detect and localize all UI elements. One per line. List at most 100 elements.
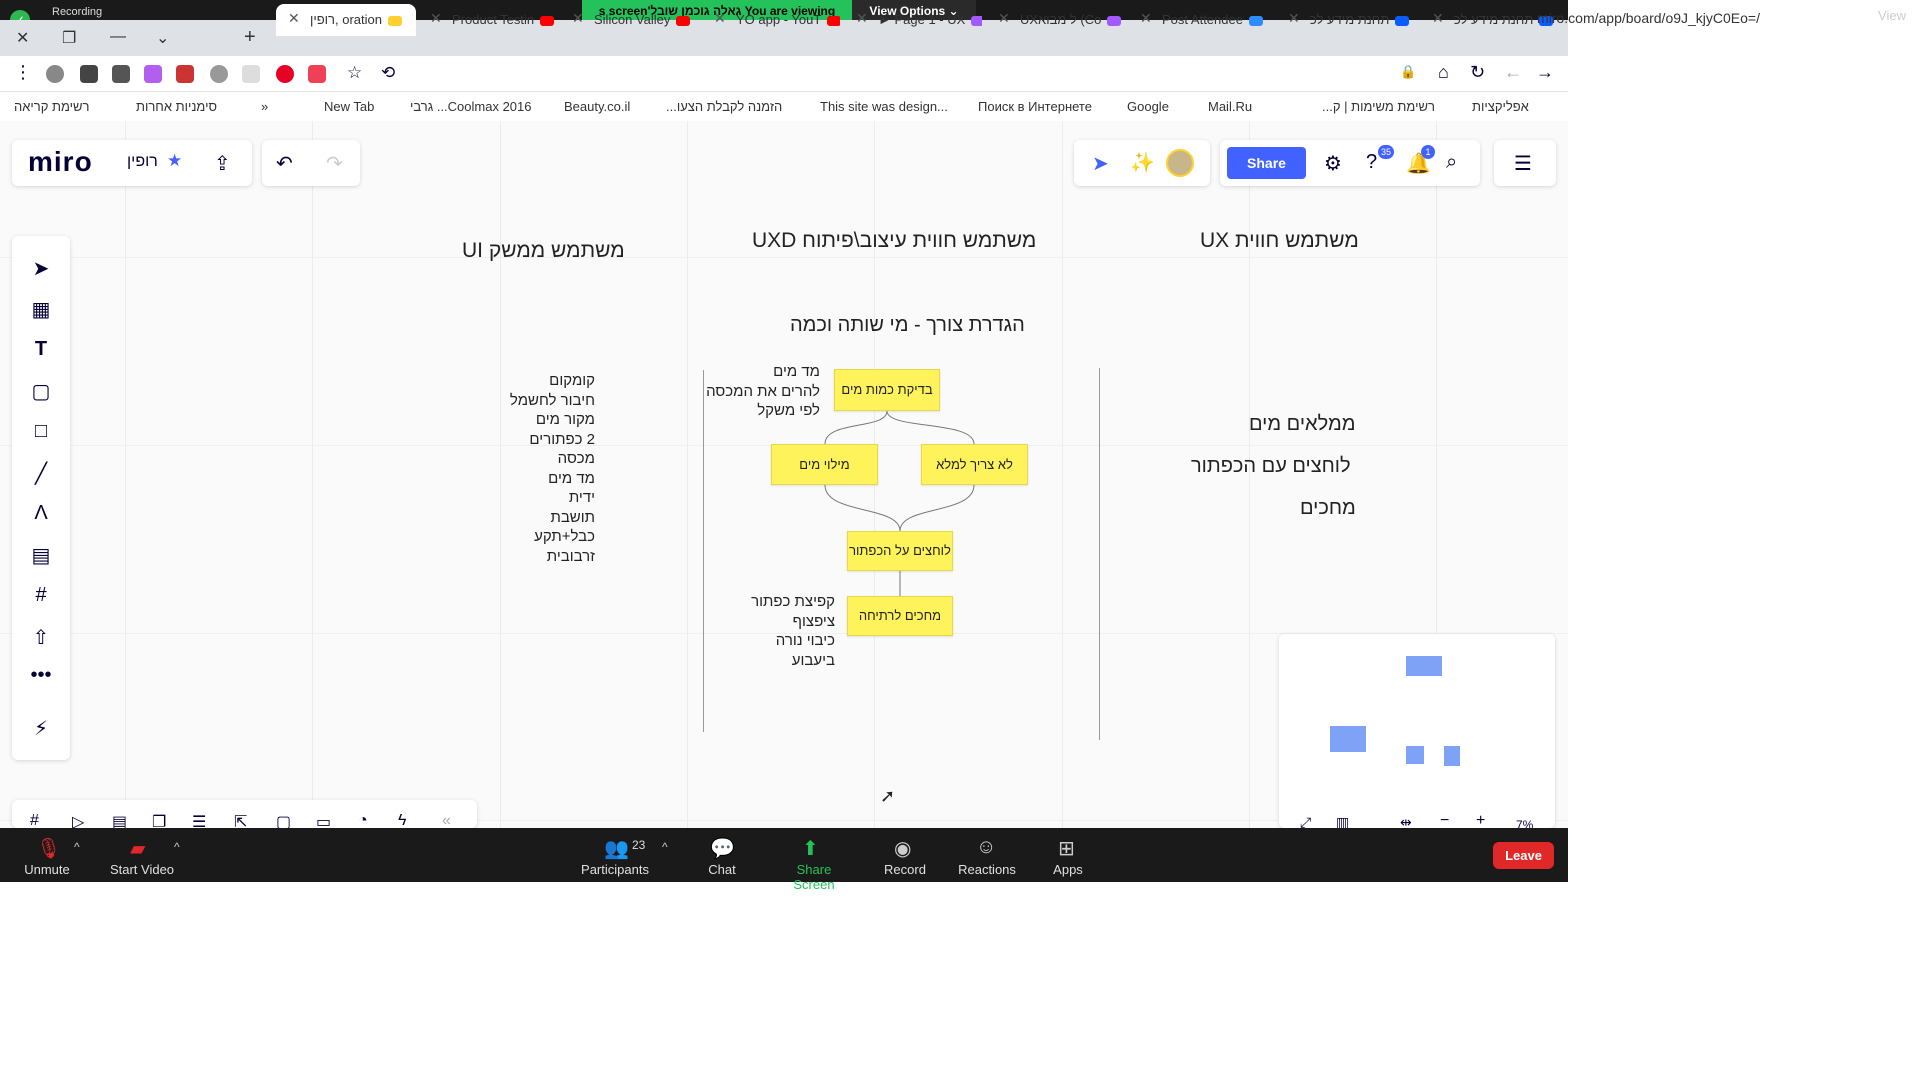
sticky-check-water[interactable]: בדיקת כמות מים: [834, 369, 940, 411]
extensions-puzzle-icon[interactable]: [112, 65, 130, 83]
pocket-icon[interactable]: [308, 65, 326, 83]
bookmark-reading-list[interactable]: רשימת קריאה: [14, 99, 89, 114]
tab-info-station-1[interactable]: ✕ תחנת מידע לכ: [1276, 4, 1414, 36]
sticky-fill-water[interactable]: מילוי מים: [771, 444, 878, 485]
pinterest-icon[interactable]: [276, 65, 294, 83]
audio-options-caret-icon[interactable]: ^: [74, 840, 80, 854]
ux-item[interactable]: מחכים: [1300, 497, 1356, 520]
column-title-ux[interactable]: משתמש חווית UX: [1200, 229, 1359, 253]
sticky-note-icon[interactable]: ▢: [28, 379, 54, 405]
celebrate-icon[interactable]: ✨: [1130, 150, 1155, 175]
restore-window-icon[interactable]: ❐: [62, 28, 76, 48]
tab-post-attendee[interactable]: ✕ Post Attendee: [1128, 4, 1266, 36]
mic-muted-icon[interactable]: 🎙: [36, 836, 61, 861]
menu-kebab-icon[interactable]: ⋮: [14, 62, 32, 83]
back-icon[interactable]: →: [1536, 62, 1554, 83]
reload-icon[interactable]: ↻: [1470, 62, 1485, 83]
chat-button[interactable]: Chat: [706, 862, 738, 877]
avatar[interactable]: [1166, 149, 1194, 177]
record-button[interactable]: Record: [884, 862, 926, 877]
media-icon[interactable]: [80, 65, 98, 83]
reactions-button[interactable]: Reactions: [958, 862, 1016, 877]
share-button[interactable]: Share: [1227, 147, 1306, 179]
ux-item[interactable]: לוחצים עם הכפתור: [1191, 455, 1351, 478]
undo-icon[interactable]: ↶: [276, 151, 293, 176]
tab-miro[interactable]: ✕ רופין, oration: [276, 4, 416, 36]
redo-icon[interactable]: ↷: [326, 151, 343, 176]
tab-product-testing[interactable]: ✕ Product Testin: [418, 4, 556, 36]
text-tool-icon[interactable]: T: [28, 338, 54, 364]
close-tab-icon[interactable]: ✕: [714, 10, 726, 27]
sticky-press-button[interactable]: לוחצים על הכפתור: [847, 531, 953, 571]
bookmark-search[interactable]: Поиск в Интернете: [978, 99, 1092, 114]
close-tab-icon[interactable]: ✕: [1140, 10, 1152, 27]
apps-plug-icon[interactable]: ⚡: [28, 716, 54, 742]
tab-search-icon[interactable]: ⌄: [156, 28, 169, 48]
templates-icon[interactable]: ▦: [28, 297, 54, 323]
tab-silicon-valley[interactable]: ✕ Silicon Valley: [560, 4, 698, 36]
sticky-wait-boil[interactable]: מחכים לרתיחה: [847, 596, 953, 636]
extension-icon[interactable]: [144, 65, 162, 83]
bookmark-other[interactable]: סימניות אחרות: [136, 99, 217, 114]
select-cursor-icon[interactable]: ➤: [28, 256, 54, 282]
help-icon[interactable]: ?: [1366, 151, 1377, 174]
board-name[interactable]: רופין: [127, 153, 158, 171]
follow-cursor-icon[interactable]: ➤: [1092, 151, 1109, 176]
settings-sliders-icon[interactable]: ⚙: [1324, 151, 1342, 176]
ux-item[interactable]: ממלאים מים: [1249, 413, 1355, 436]
bookmark-tasks[interactable]: ...רשימת משימות | ק: [1322, 99, 1435, 114]
view-button[interactable]: View: [1878, 8, 1906, 23]
note-feedback[interactable]: קפיצת כפתור ציפצוף כיבוי נורה ביעבוע: [740, 592, 835, 670]
participants-caret-icon[interactable]: ^: [662, 840, 668, 854]
bookmark-google[interactable]: Google: [1127, 99, 1169, 114]
amazon-extension-icon[interactable]: [242, 65, 260, 83]
bookmark-coolmax[interactable]: גרבי ...Coolmax 2016: [410, 99, 532, 114]
bookmark-apps[interactable]: אפליקציות: [1472, 99, 1529, 114]
sticky-no-fill[interactable]: לא צריך למלא: [921, 444, 1028, 485]
bookmark-beauty[interactable]: Beauty.co.il: [564, 99, 630, 114]
url-field[interactable]: miro.com/app/board/o9J_kjyC0Eo=/: [1537, 10, 1760, 26]
upload-icon[interactable]: ⇧: [28, 625, 54, 651]
bookmark-star-icon[interactable]: ☆: [347, 63, 362, 83]
share-screen-icon[interactable]: ⬆: [802, 836, 819, 861]
pen-tool-icon[interactable]: Λ: [28, 502, 54, 528]
search-icon[interactable]: ⌕: [1446, 151, 1457, 174]
more-tools-icon[interactable]: •••: [28, 664, 54, 690]
home-icon[interactable]: ⌂: [1438, 62, 1449, 83]
apps-icon[interactable]: ⊞: [1058, 836, 1075, 861]
miro-logo[interactable]: miro: [28, 146, 93, 178]
unmute-button[interactable]: Unmute: [24, 862, 70, 877]
tab-ux-intro[interactable]: ✕ UXל מבוא (Co: [986, 4, 1124, 36]
participants-button[interactable]: Participants: [580, 862, 650, 877]
video-off-icon[interactable]: ▰: [130, 836, 145, 861]
column-title-ui[interactable]: משתמש ממשק UI: [462, 239, 625, 263]
close-tab-icon[interactable]: ✕: [998, 10, 1010, 27]
export-upload-icon[interactable]: ⇪: [214, 151, 231, 176]
bookmark-new-tab[interactable]: New Tab: [324, 99, 374, 114]
extension-icon[interactable]: [210, 65, 228, 83]
participants-icon[interactable]: 👥: [604, 836, 629, 861]
close-tab-icon[interactable]: ✕: [430, 10, 442, 27]
comment-icon[interactable]: ▤: [28, 543, 54, 569]
tab-page-1[interactable]: ✕ ► Page 1 - UX: [844, 4, 982, 36]
share-screen-button[interactable]: Share Screen: [776, 862, 852, 892]
tab-yo-app[interactable]: ✕ YO app - YouT: [702, 4, 840, 36]
close-tab-icon[interactable]: ✕: [288, 10, 300, 27]
note-water-gauge[interactable]: מד מים להרים את המכסה לפי משקל: [696, 362, 820, 421]
line-tool-icon[interactable]: ╱: [28, 461, 54, 487]
frame-icon[interactable]: #: [28, 584, 54, 610]
start-video-button[interactable]: Start Video: [108, 862, 176, 877]
column-title-uxd[interactable]: משתמש חווית עיצוב\פיתוח UXD: [752, 229, 1036, 253]
apps-button[interactable]: Apps: [1052, 862, 1084, 877]
share-page-icon[interactable]: ⟲: [381, 63, 395, 83]
video-options-caret-icon[interactable]: ^: [174, 840, 180, 854]
need-definition-title[interactable]: הגדרת צורך - מי שותה וכמה: [790, 314, 1025, 337]
forward-icon[interactable]: ←: [1504, 62, 1522, 83]
star-icon[interactable]: ★: [167, 151, 182, 171]
bookmark-mailru[interactable]: Mail.Ru: [1208, 99, 1252, 114]
close-tab-icon[interactable]: ✕: [572, 10, 584, 27]
bookmark-overflow[interactable]: »: [261, 99, 268, 114]
leave-button[interactable]: Leave: [1493, 842, 1554, 869]
chat-icon[interactable]: 💬: [710, 836, 735, 861]
close-tab-icon[interactable]: ✕: [856, 10, 868, 27]
